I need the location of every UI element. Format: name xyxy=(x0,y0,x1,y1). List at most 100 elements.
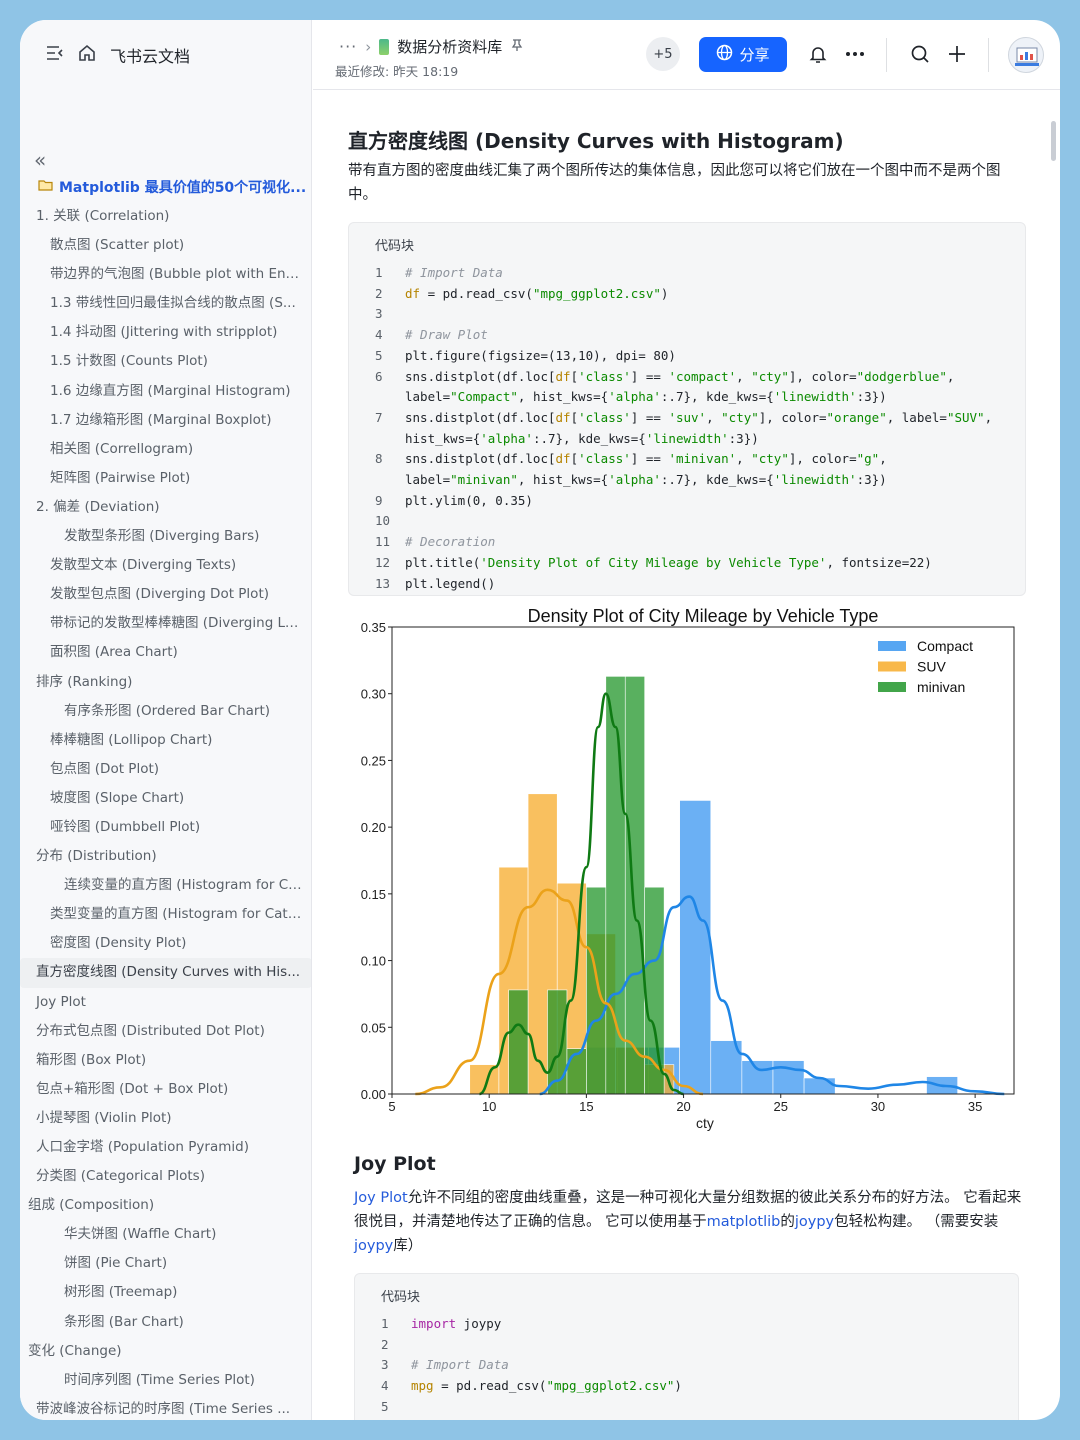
menu-fold-icon[interactable] xyxy=(46,45,64,65)
toc-item[interactable]: 分布式包点图 (Distributed Dot Plot) xyxy=(20,1017,311,1046)
toc-item[interactable]: 1. 关联 (Correlation) xyxy=(20,202,311,231)
search-icon[interactable] xyxy=(908,42,932,66)
line-number: 6 xyxy=(375,368,383,384)
last-edited: 最近修改: 昨天 18:19 xyxy=(335,64,459,79)
y-tick-label: 0.25 xyxy=(361,753,386,768)
toc-item[interactable]: 类型变量的直方图 (Histogram for Cate... xyxy=(20,900,311,929)
toc-item[interactable]: 带边界的气泡图 (Bubble plot with Encir... xyxy=(20,260,311,289)
toc-item[interactable]: 组成 (Composition) xyxy=(20,1191,311,1220)
collaborators-count[interactable]: +5 xyxy=(646,37,680,71)
toc-item[interactable]: 带标记的发散型棒棒糖图 (Diverging Lo... xyxy=(20,609,311,638)
toc-item[interactable]: 分类图 (Categorical Plots) xyxy=(20,1162,311,1191)
legend-swatch xyxy=(878,682,906,692)
toc-item[interactable]: 2. 偏差 (Deviation) xyxy=(20,493,311,522)
line-number: 12 xyxy=(375,554,391,570)
code-line: 6# Draw Plot xyxy=(355,1418,1018,1421)
pin-icon[interactable] xyxy=(510,38,524,56)
toc-item[interactable]: 发散型文本 (Diverging Texts) xyxy=(20,551,311,580)
x-tick-label: 20 xyxy=(676,1099,690,1114)
toc-root-label: Matplotlib 最具价值的50个可视化... xyxy=(59,180,307,196)
matplotlib-link: matplotlib xyxy=(706,1214,781,1230)
toc-item[interactable]: Joy Plot xyxy=(20,988,311,1017)
line-number: 4 xyxy=(375,327,383,343)
toc-item[interactable]: 棒棒糖图 (Lollipop Chart) xyxy=(20,726,311,755)
toc-item[interactable]: 直方密度线图 (Density Curves with His... xyxy=(20,958,311,988)
collapse-outline-icon[interactable]: « xyxy=(34,148,46,172)
line-number: 9 xyxy=(375,492,383,508)
toc-item[interactable]: 分布 (Distribution) xyxy=(20,842,311,871)
toc-item[interactable]: 华夫饼图 (Waffle Chart) xyxy=(20,1220,311,1249)
code-line: 13 plt.legend() xyxy=(349,574,1025,595)
bell-icon[interactable] xyxy=(806,42,830,66)
line-number: 3 xyxy=(381,1357,389,1373)
code-line: label="minivan", hist_kws={'alpha':.7}, … xyxy=(349,470,1025,491)
line-number xyxy=(349,429,405,450)
toc-item[interactable]: 哑铃图 (Dumbbell Plot) xyxy=(20,813,311,842)
toc-item[interactable]: 有序条形图 (Ordered Bar Chart) xyxy=(20,697,311,726)
scrollbar[interactable] xyxy=(1051,121,1056,161)
code-block-joyplot[interactable]: 代码块 1 import joypy 2 3 # Import Data 4 mpg = p… xyxy=(354,1273,1019,1420)
toc-item[interactable]: 1.7 边缘箱形图 (Marginal Boxplot) xyxy=(20,406,311,435)
x-tick-label: 10 xyxy=(482,1099,496,1114)
toc-item[interactable]: 连续变量的直方图 (Histogram for Co... xyxy=(20,871,311,900)
header-divider xyxy=(886,38,887,72)
toc-item[interactable]: 树形图 (Treemap) xyxy=(20,1278,311,1307)
toc-item[interactable]: 发散型包点图 (Diverging Dot Plot) xyxy=(20,580,311,609)
toc-item[interactable]: 条形图 (Bar Chart) xyxy=(20,1308,311,1337)
folder-icon xyxy=(38,179,53,195)
plus-icon[interactable] xyxy=(945,42,969,66)
toc-item[interactable]: 密度图 (Density Plot) xyxy=(20,929,311,958)
code-text: hist_kws={'alpha':.7}, kde_kws={'linewid… xyxy=(405,430,759,446)
toc-item[interactable]: 1.4 抖动图 (Jittering with stripplot) xyxy=(20,318,311,347)
code-block-label: 代码块 xyxy=(375,239,415,254)
toc-item[interactable]: 矩阵图 (Pairwise Plot) xyxy=(20,464,311,493)
toc-item[interactable]: 面积图 (Area Chart) xyxy=(20,638,311,667)
toc-item[interactable]: 1.6 边缘直方图 (Marginal Histogram) xyxy=(20,377,311,406)
code-lines: 1 import joypy 2 3 # Import Data 4 mpg = pd.re… xyxy=(355,1314,1018,1420)
toc-item[interactable]: 包点图 (Dot Plot) xyxy=(20,755,311,784)
section-paragraph: 带有直方图的密度曲线汇集了两个图所传达的集体信息，因此您可以将它们放在一个图中而… xyxy=(348,163,1001,203)
code-line: 2 df = pd.read_csv("mpg_ggplot2.csv") xyxy=(349,284,1025,305)
home-icon[interactable] xyxy=(78,44,96,66)
more-options-icon[interactable] xyxy=(843,42,867,66)
toc-item[interactable]: 1.5 计数图 (Counts Plot) xyxy=(20,347,311,376)
toc-item[interactable]: 排序 (Ranking) xyxy=(20,668,311,697)
share-button[interactable]: 分享 xyxy=(699,37,787,72)
legend-label: minivan xyxy=(917,679,965,695)
avatar[interactable] xyxy=(1008,37,1044,73)
joypy-link: joypy xyxy=(794,1214,835,1230)
toc-item[interactable]: 发散型条形图 (Diverging Bars) xyxy=(20,522,311,551)
breadcrumb-more[interactable]: ··· xyxy=(339,37,357,56)
density-chart: Density Plot of City Mileage by Vehicle … xyxy=(348,597,1048,1137)
line-number: 5 xyxy=(381,1398,389,1414)
toc-item[interactable]: 坡度图 (Slope Chart) xyxy=(20,784,311,813)
toc-item[interactable]: 箱形图 (Box Plot) xyxy=(20,1046,311,1075)
hist-bar-minivan xyxy=(547,989,568,1095)
toc-item[interactable]: 带波峰波谷标记的时序图 (Time Series ... xyxy=(20,1395,311,1420)
toc-item[interactable]: 小提琴图 (Violin Plot) xyxy=(20,1104,311,1133)
line-number xyxy=(349,470,405,491)
app-name[interactable]: 飞书云文档 xyxy=(110,43,190,67)
line-number: 7 xyxy=(375,409,383,425)
hist-bar-minivan xyxy=(566,1048,587,1095)
line-number: 11 xyxy=(375,534,391,550)
toc-item[interactable]: 变化 (Change) xyxy=(20,1337,311,1366)
code-line: 3 xyxy=(349,304,1025,325)
toc-item[interactable]: 饼图 (Pie Chart) xyxy=(20,1249,311,1278)
toc-item[interactable]: 包点+箱形图 (Dot + Box Plot) xyxy=(20,1075,311,1104)
breadcrumb: ··· › 数据分析资料库 xyxy=(339,36,524,57)
toc-item[interactable]: 1.3 带线性回归最佳拟合线的散点图 (S... xyxy=(20,289,311,318)
code-line: 1 import joypy xyxy=(355,1314,1018,1335)
toc-item[interactable]: 时间序列图 (Time Series Plot) xyxy=(20,1366,311,1395)
section-heading: 直方密度线图 (Density Curves with Histogram) xyxy=(348,129,844,153)
doc-title[interactable]: 数据分析资料库 xyxy=(397,36,502,57)
toc-item[interactable]: 散点图 (Scatter plot) xyxy=(20,231,311,260)
line-number: 13 xyxy=(375,575,391,591)
toc-root-item[interactable]: Matplotlib 最具价值的50个可视化... xyxy=(20,172,311,202)
code-block[interactable]: 代码块 1 # Import Data 2 df = pd.read_csv("mpg… xyxy=(348,222,1026,596)
toc-item[interactable]: 人口金字塔 (Population Pyramid) xyxy=(20,1133,311,1162)
toc-item[interactable]: 相关图 (Correllogram) xyxy=(20,435,311,464)
